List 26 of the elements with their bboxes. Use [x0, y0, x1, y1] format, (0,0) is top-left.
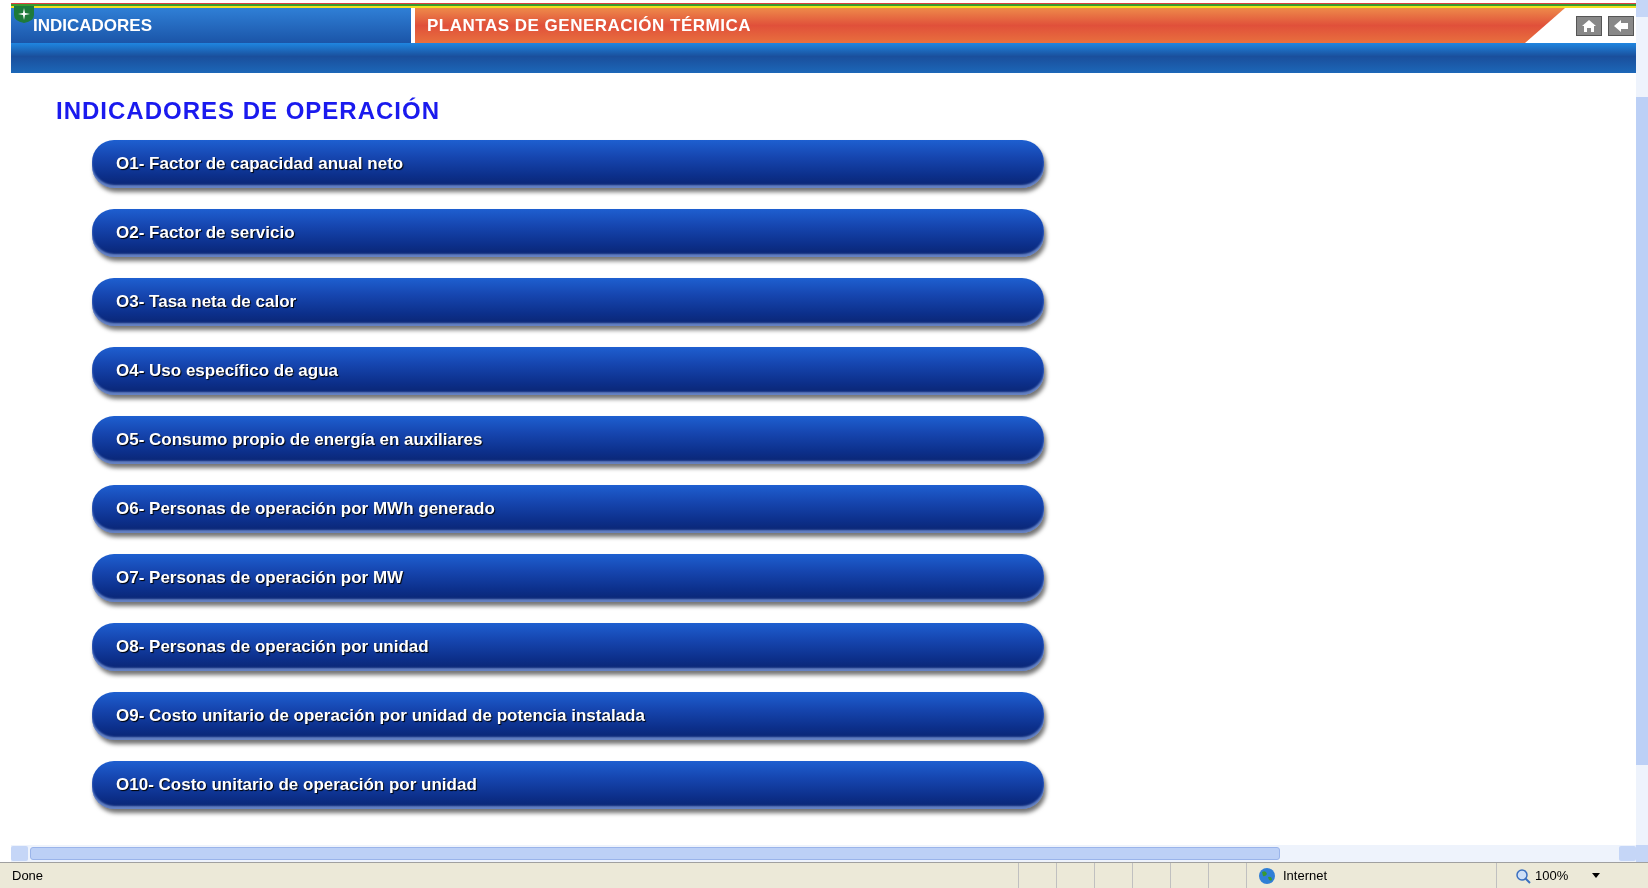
globe-icon — [1257, 866, 1277, 885]
indicator-button[interactable]: O9- Costo unitario de operación por unidad de potencia instalada — [92, 692, 1044, 740]
indicator-button[interactable]: O1- Factor de capacidad anual neto — [92, 140, 1044, 188]
logo-icon — [13, 4, 35, 24]
indicator-button[interactable]: O7- Personas de operación por MW — [92, 554, 1044, 602]
indicator-button[interactable]: O4- Uso específico de agua — [92, 347, 1044, 395]
home-icon — [1581, 18, 1597, 33]
home-button[interactable] — [1576, 15, 1602, 36]
zone-label: Internet — [1283, 866, 1328, 885]
zoom-icon — [1515, 867, 1531, 884]
status-text: Done — [11, 866, 45, 885]
section-label: INDICADORES — [33, 14, 152, 37]
indicator-button[interactable]: O5- Consumo propio de energía en auxiliares — [92, 416, 1044, 464]
back-button[interactable] — [1608, 15, 1634, 36]
back-arrow-icon — [1613, 18, 1629, 33]
caret-icon[interactable] — [1592, 873, 1601, 878]
page-banner-title: PLANTAS DE GENERACIÓN TÉRMICA — [427, 14, 751, 37]
indicator-button[interactable]: O10- Costo unitario de operación por unidad — [92, 761, 1044, 809]
indicator-button[interactable]: O2- Factor de servicio — [92, 209, 1044, 257]
indicator-button[interactable]: O6- Personas de operación por MWh generado — [92, 485, 1044, 533]
indicator-button[interactable]: O8- Personas de operación por unidad — [92, 623, 1044, 671]
page-title: INDICADORES DE OPERACIÓN — [56, 97, 442, 125]
indicator-button[interactable]: O3- Tasa neta de calor — [92, 278, 1044, 326]
vertical-scrollbar[interactable] — [1636, 0, 1648, 862]
zoom-level: 100% — [1535, 866, 1569, 885]
horizontal-scrollbar[interactable] — [11, 845, 1636, 862]
